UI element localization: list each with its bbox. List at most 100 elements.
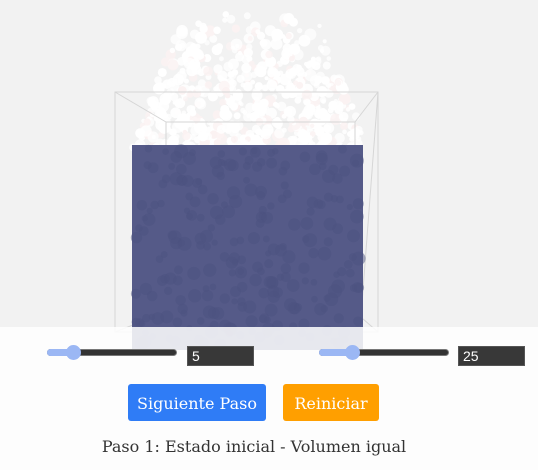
gas-particle bbox=[308, 60, 314, 66]
gas-particle bbox=[233, 112, 241, 120]
gas-particle bbox=[301, 89, 313, 101]
liquid-particle bbox=[332, 223, 344, 235]
gas-particle bbox=[189, 108, 197, 117]
liquid-particle bbox=[148, 313, 156, 321]
gas-particle bbox=[296, 64, 303, 71]
liquid-particle bbox=[144, 144, 153, 153]
liquid-particle bbox=[170, 151, 182, 163]
gas-particle bbox=[323, 124, 332, 133]
liquid-particle bbox=[258, 287, 270, 299]
gas-particle bbox=[223, 61, 234, 72]
liquid-particle bbox=[300, 217, 314, 230]
gas-particle bbox=[194, 43, 201, 50]
gas-particle bbox=[314, 110, 323, 119]
liquid-particle bbox=[249, 146, 261, 158]
slider-1[interactable] bbox=[47, 343, 177, 363]
liquid-particle bbox=[323, 294, 331, 302]
liquid-particle bbox=[257, 267, 265, 276]
liquid-particle bbox=[352, 198, 364, 210]
liquid-particle bbox=[302, 235, 310, 243]
liquid-particle bbox=[280, 272, 291, 282]
status-text: Paso 1: Estado inicial - Volumen igual bbox=[101, 437, 407, 456]
liquid-particle bbox=[196, 317, 205, 325]
gas-particle bbox=[243, 12, 251, 20]
liquid-particle bbox=[219, 293, 230, 304]
liquid-particle bbox=[299, 151, 311, 163]
liquid-particle bbox=[249, 273, 262, 287]
gas-particle bbox=[316, 71, 325, 81]
gas-particle bbox=[172, 78, 178, 85]
gas-particle bbox=[309, 123, 315, 128]
liquid-particle bbox=[231, 298, 238, 305]
gas-particle bbox=[340, 122, 349, 130]
liquid-particle bbox=[141, 215, 148, 222]
liquid-particle bbox=[255, 218, 265, 228]
slider-thumb[interactable] bbox=[345, 345, 360, 360]
liquid-particle bbox=[215, 214, 226, 225]
gas-particle bbox=[177, 86, 187, 95]
gas-particle bbox=[181, 110, 187, 115]
next-step-button[interactable]: Siguiente Paso bbox=[128, 384, 266, 421]
liquid-particle bbox=[244, 183, 258, 197]
gas-particle bbox=[303, 61, 309, 67]
gas-particle bbox=[171, 121, 184, 133]
gas-particle bbox=[283, 12, 295, 24]
gas-particle bbox=[158, 106, 164, 112]
liquid-particle bbox=[178, 239, 186, 247]
liquid-particle bbox=[328, 164, 339, 175]
gas-particle bbox=[297, 137, 303, 142]
liquid-particle bbox=[146, 207, 153, 214]
slider-2[interactable] bbox=[319, 343, 449, 363]
liquid-particle bbox=[168, 162, 176, 170]
liquid-particle bbox=[209, 283, 217, 291]
liquid-particle bbox=[266, 157, 277, 169]
liquid-particle bbox=[353, 316, 363, 327]
gas-particle bbox=[231, 24, 241, 33]
liquid-particle bbox=[323, 192, 333, 202]
gas-particle bbox=[219, 56, 224, 62]
gas-particle bbox=[322, 39, 327, 44]
slider-2-value-input[interactable]: 25 bbox=[458, 346, 525, 366]
gas-particle bbox=[313, 82, 320, 89]
liquid-particle bbox=[164, 286, 173, 295]
gas-particle bbox=[159, 123, 170, 134]
gas-particle bbox=[147, 131, 159, 143]
reset-button[interactable]: Reiniciar bbox=[283, 384, 379, 421]
gas-particle bbox=[183, 57, 195, 69]
liquid-particle bbox=[348, 253, 357, 261]
gas-particle bbox=[322, 61, 331, 70]
liquid-particle bbox=[203, 242, 211, 251]
gas-particle bbox=[260, 128, 272, 140]
liquid-particle bbox=[310, 279, 318, 286]
gas-particle bbox=[204, 132, 213, 141]
gas-particle bbox=[247, 36, 253, 41]
gas-particle bbox=[222, 11, 230, 18]
liquid-particle bbox=[175, 295, 186, 306]
slider-thumb[interactable] bbox=[66, 345, 81, 360]
liquid-particle bbox=[161, 174, 171, 184]
slider-1-value-input[interactable]: 5 bbox=[187, 346, 254, 366]
liquid-particle bbox=[139, 226, 149, 236]
gas-particle bbox=[254, 66, 263, 75]
gas-particle bbox=[248, 60, 255, 67]
liquid-particle bbox=[282, 189, 292, 199]
liquid-particle bbox=[160, 310, 174, 324]
liquid-particle bbox=[183, 152, 196, 165]
liquid-particle bbox=[315, 153, 328, 165]
liquid-particle bbox=[237, 268, 244, 275]
liquid-particle bbox=[217, 150, 226, 158]
gas-particle bbox=[170, 34, 181, 45]
liquid-particle bbox=[180, 309, 188, 317]
gas-particle bbox=[170, 107, 181, 119]
gas-particle bbox=[194, 97, 206, 109]
gas-particle bbox=[274, 127, 285, 139]
liquid-particle bbox=[216, 171, 225, 181]
liquid-particle bbox=[267, 285, 280, 298]
liquid-particle bbox=[343, 260, 353, 269]
liquid-particle bbox=[337, 267, 347, 277]
gas-particle bbox=[345, 107, 351, 112]
liquid-particle bbox=[203, 263, 217, 277]
liquid-particle bbox=[236, 281, 248, 293]
liquid-particle bbox=[172, 317, 183, 328]
gas-particle bbox=[195, 122, 208, 135]
